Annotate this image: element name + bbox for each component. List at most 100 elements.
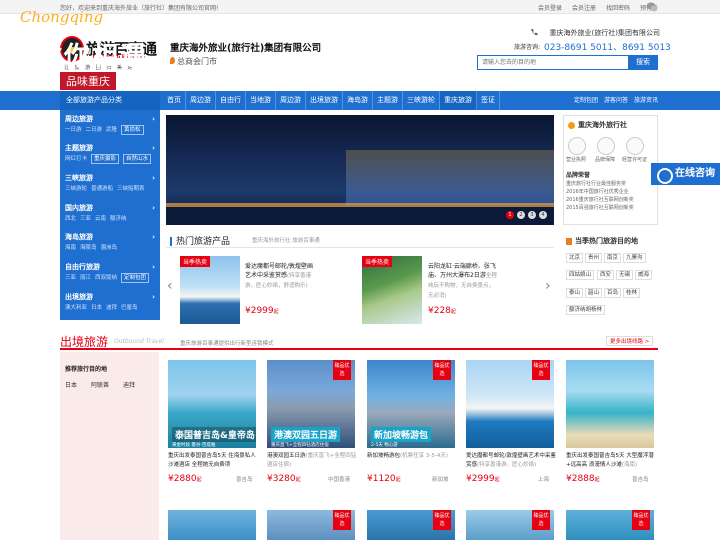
tour-card-image[interactable]: 臻品优选 新加坡畅游包 2-5天 畅心游 bbox=[367, 360, 455, 448]
search-button[interactable]: 搜索 bbox=[628, 55, 658, 70]
sidebar-link[interactable]: 三峡游轮 bbox=[65, 184, 87, 194]
license-icon[interactable] bbox=[568, 137, 586, 155]
hero-banner[interactable] bbox=[166, 115, 554, 225]
nav-theme[interactable]: 主题游 bbox=[373, 91, 403, 110]
guarantee-icon[interactable] bbox=[597, 137, 615, 155]
sidebar-tag[interactable]: 黄尚松 bbox=[121, 125, 144, 135]
sidebar-title[interactable]: 海岛旅游 bbox=[60, 232, 160, 243]
category-menu[interactable]: 全部旅游产品分类 bbox=[60, 91, 160, 110]
next-arrow-icon[interactable]: › bbox=[545, 278, 551, 294]
banner-dot[interactable]: 1 bbox=[506, 211, 514, 219]
tour-card-image[interactable]: 臻品优选 bbox=[466, 510, 554, 540]
sidebar-link[interactable]: 武隆 bbox=[106, 125, 117, 135]
tour-card-title[interactable]: 新加坡畅游包(机票任享 3-5-4天) bbox=[367, 452, 457, 461]
tour-card-image[interactable] bbox=[566, 360, 654, 448]
tour-card-title[interactable]: 重庆出发泰国普吉岛5天 住海景私人沙滩酒店 全程她无自费项 bbox=[168, 452, 258, 470]
sidebar-link[interactable]: 西北 bbox=[65, 214, 76, 224]
dest-tag[interactable]: 九寨沟 bbox=[623, 253, 646, 263]
sidebar-title[interactable]: 主题旅游 bbox=[60, 143, 160, 154]
nav-qa[interactable]: 游客问答 bbox=[604, 91, 628, 110]
sidebar-link[interactable]: 额济纳 bbox=[110, 214, 127, 224]
dest-tag[interactable]: 泰山 bbox=[566, 288, 584, 298]
sidebar-link[interactable]: 二日游 bbox=[86, 125, 103, 135]
nav-outbound[interactable]: 出境旅游 bbox=[306, 91, 343, 110]
nav-custom-tour[interactable]: 定制包团 bbox=[574, 91, 598, 110]
sidebar-title[interactable]: 自由行旅游 bbox=[60, 262, 160, 273]
sidebar-link[interactable]: 涠洲岛 bbox=[101, 243, 118, 253]
register-link[interactable]: 会员注册 bbox=[572, 3, 596, 12]
sidebar-link[interactable]: 西双版纳 bbox=[95, 273, 117, 283]
nav-free-travel[interactable]: 自由行 bbox=[216, 91, 246, 110]
tour-card-title[interactable]: 重庆出发泰国普吉岛5天 大型魔浮潜+远高高 浪漫情人沙滩(海南) bbox=[566, 452, 656, 470]
product-title[interactable]: 云阳龙缸·云端廊桥、张飞庙、万州大瀑布2日游全程纯玩不购物，无自费景点，无必消) bbox=[428, 262, 498, 301]
tour-card-image[interactable]: 臻品优选 bbox=[267, 510, 355, 540]
tour-card-title[interactable]: 爱达魔都号邮轮/敦煌壁画艺术中采鉴赏感(特享香港游，匠心妙络) bbox=[466, 452, 556, 470]
sidebar-link[interactable]: 网红打卡 bbox=[65, 154, 87, 164]
tour-card-image[interactable]: 臻品优选 港澳双园五日游 重庆直飞+全程四钻酒店住宿 bbox=[267, 360, 355, 448]
sidebar-tag[interactable]: 自然山水 bbox=[123, 154, 152, 164]
tour-card-image[interactable]: 泰国普吉岛&皇帝岛 黄金时段 曼谷·芭堤雅 bbox=[168, 360, 256, 448]
dest-tag[interactable]: 桂林 bbox=[623, 288, 641, 298]
sidebar-link[interactable]: 海南 bbox=[65, 243, 76, 253]
dest-tag[interactable]: 百岛 bbox=[604, 288, 622, 298]
dest-tag[interactable]: 威海 bbox=[635, 270, 653, 280]
dest-tag[interactable]: 南京 bbox=[604, 253, 622, 263]
nav-nearby[interactable]: 周边游 bbox=[186, 91, 216, 110]
dest-tag[interactable]: 北京 bbox=[566, 253, 584, 263]
login-link[interactable]: 会员登录 bbox=[538, 3, 562, 12]
online-consult-button[interactable]: 在线咨询 bbox=[651, 163, 720, 185]
dest-tag[interactable]: 无锡 bbox=[616, 270, 634, 280]
nav-news[interactable]: 旅游资讯 bbox=[634, 91, 658, 110]
company-name: 重庆海外旅业(旅行社)集团有限公司 bbox=[170, 43, 322, 54]
tour-card-image[interactable] bbox=[168, 510, 256, 540]
sidebar-link[interactable]: 巴厘岛 bbox=[121, 303, 138, 313]
banner-pagination: 1 2 3 4 bbox=[506, 211, 547, 219]
wechat-icon[interactable] bbox=[646, 2, 658, 12]
sidebar-link[interactable]: 日本 bbox=[91, 303, 102, 313]
product-title[interactable]: 爱达魔都号邮轮/敦煌壁画艺术中采鉴赏感(特享香港游，匠心妙络，舒适购乐) bbox=[245, 262, 315, 291]
sidebar-link[interactable]: 一日游 bbox=[65, 125, 82, 135]
nav-cruise[interactable]: 三峡游轮 bbox=[403, 91, 440, 110]
sidebar-link[interactable]: 海陵岛 bbox=[80, 243, 97, 253]
search-input[interactable] bbox=[478, 56, 631, 69]
sidebar-title[interactable]: 国内旅游 bbox=[60, 203, 160, 214]
dest-tag[interactable]: 韶山 bbox=[585, 288, 603, 298]
sidebar-tag[interactable]: 定制包团 bbox=[121, 273, 150, 283]
dest-tag[interactable]: 四姑娘山 bbox=[566, 270, 595, 280]
banner-dot[interactable]: 4 bbox=[539, 211, 547, 219]
sidebar-link[interactable]: 丽江 bbox=[80, 273, 91, 283]
tour-card-image[interactable]: 臻品优选 bbox=[367, 510, 455, 540]
sidebar-link[interactable]: 云南 bbox=[95, 214, 106, 224]
sidebar-link[interactable]: 三亚 bbox=[65, 273, 76, 283]
dest-tag[interactable]: 额济纳胡杨林 bbox=[566, 305, 606, 315]
tour-card-image[interactable]: 臻品优选 bbox=[566, 510, 654, 540]
tour-card-image[interactable]: 臻品优选 bbox=[466, 360, 554, 448]
sidebar-link[interactable]: 迪拜 bbox=[106, 303, 117, 313]
sidebar-tag[interactable]: 重庆摄影 bbox=[91, 154, 120, 164]
permit-icon[interactable] bbox=[626, 137, 644, 155]
nav-island[interactable]: 海岛游 bbox=[343, 91, 373, 110]
nav-home[interactable]: 首页 bbox=[163, 91, 186, 110]
more-outbound-link[interactable]: 更多出境线路 > bbox=[606, 336, 654, 346]
dest-link[interactable]: 日本 bbox=[65, 380, 77, 389]
dest-link[interactable]: 阿联酋 bbox=[91, 380, 109, 389]
sidebar-link[interactable]: 三峡船期表 bbox=[117, 184, 145, 194]
nav-chongqing[interactable]: 重庆旅游 bbox=[440, 91, 477, 110]
sidebar-link[interactable]: 三亚 bbox=[80, 214, 91, 224]
sidebar-link[interactable]: 澳大利亚 bbox=[65, 303, 87, 313]
dest-tag[interactable]: 贵州 bbox=[585, 253, 603, 263]
sidebar-title[interactable]: 三峡旅游 bbox=[60, 173, 160, 184]
forgot-password-link[interactable]: 找回密码 bbox=[606, 3, 630, 12]
dest-link[interactable]: 迪拜 bbox=[123, 380, 135, 389]
nav-nearby-2[interactable]: 周边游 bbox=[276, 91, 306, 110]
nav-local[interactable]: 当地游 bbox=[246, 91, 276, 110]
banner-dot[interactable]: 2 bbox=[517, 211, 525, 219]
nav-visa[interactable]: 签证 bbox=[477, 91, 500, 110]
dest-tag[interactable]: 西安 bbox=[597, 270, 615, 280]
sidebar-link[interactable]: 普通游船 bbox=[91, 184, 113, 194]
banner-dot[interactable]: 3 bbox=[528, 211, 536, 219]
sidebar-title[interactable]: 周边旅游 bbox=[60, 114, 160, 125]
tour-card-title[interactable]: 港澳双园五日游(重庆直飞+全程四钻酒店住宿) bbox=[267, 452, 357, 470]
sidebar-title[interactable]: 出境旅游 bbox=[60, 292, 160, 303]
prev-arrow-icon[interactable]: ‹ bbox=[167, 278, 173, 294]
